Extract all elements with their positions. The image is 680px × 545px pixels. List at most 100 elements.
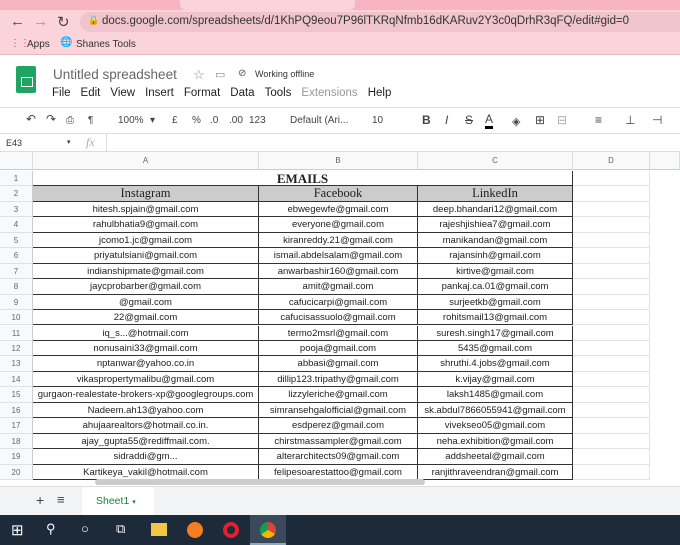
menu-view[interactable]: View <box>110 87 135 99</box>
name-box[interactable]: E43 <box>6 138 22 148</box>
cell[interactable] <box>573 418 650 434</box>
email-cell[interactable]: chirstmassampler@gmail.com <box>259 433 418 450</box>
menu-extensions[interactable]: Extensions <box>301 87 357 99</box>
email-cell[interactable]: cafucicarpi@gmail.com <box>259 294 418 311</box>
row-header[interactable]: 4 <box>0 217 33 233</box>
forward-icon[interactable]: → <box>33 13 48 30</box>
column-header-d[interactable]: D <box>573 152 650 170</box>
row-header[interactable]: 15 <box>0 387 33 403</box>
row-header[interactable]: 9 <box>0 294 33 311</box>
name-box-dropdown-icon[interactable]: ▾ <box>67 138 71 146</box>
row-header[interactable]: 10 <box>0 310 33 326</box>
fill-color-icon[interactable]: ◈ <box>512 115 520 128</box>
cell[interactable] <box>573 371 650 388</box>
select-all-corner[interactable] <box>0 152 33 170</box>
email-cell[interactable]: cafucisassuolo@gmail.com <box>259 310 418 326</box>
cell[interactable] <box>573 294 650 311</box>
increase-decimal-button[interactable]: .00 <box>229 115 243 126</box>
bookmark-apps[interactable]: Apps <box>27 39 50 50</box>
sheet-tab-sheet1[interactable]: Sheet1 ▾ <box>82 487 154 516</box>
search-icon[interactable]: ⚲ <box>46 521 56 537</box>
firefox-icon[interactable] <box>187 522 203 538</box>
zoom-select[interactable]: 100% <box>118 115 144 126</box>
row-header[interactable]: 18 <box>0 433 33 450</box>
print-icon[interactable]: ⎙ <box>66 115 74 126</box>
borders-icon[interactable]: ⊞ <box>535 113 545 127</box>
move-folder-icon[interactable]: ▭ <box>215 68 225 81</box>
menu-edit[interactable]: Edit <box>81 87 101 99</box>
active-tab[interactable] <box>180 0 355 10</box>
email-cell[interactable]: anwarbashir160@gmail.com <box>259 263 418 280</box>
row-header[interactable]: 2 <box>0 186 33 202</box>
menu-help[interactable]: Help <box>368 87 392 99</box>
email-cell[interactable]: indianshipmate@gmail.com <box>33 263 259 280</box>
email-cell[interactable]: nonusaini33@gmail.com <box>33 340 259 357</box>
column-title-cell[interactable]: Facebook <box>259 186 418 202</box>
url-input[interactable]: 🔒 docs.google.com/spreadsheets/d/1KhPQ9eo… <box>80 12 680 32</box>
formula-input[interactable] <box>106 134 680 151</box>
strikethrough-button[interactable]: S <box>465 113 473 127</box>
opera-icon[interactable] <box>223 522 239 538</box>
doc-title[interactable]: Untitled spreadsheet <box>53 67 177 82</box>
email-cell[interactable]: surjeetkb@gmail.com <box>418 294 573 311</box>
merge-cells-icon[interactable]: ⊟ <box>557 113 567 127</box>
email-cell[interactable]: sk.abdul7866055941@gmail.com <box>418 402 573 419</box>
cortana-icon[interactable]: ○ <box>81 521 89 536</box>
row-header[interactable]: 7 <box>0 263 33 280</box>
cell[interactable] <box>573 464 650 480</box>
row-header[interactable]: 13 <box>0 356 33 372</box>
zoom-dropdown-icon[interactable]: ▾ <box>150 115 155 126</box>
email-cell[interactable]: shruthi.4.jobs@gmail.com <box>418 356 573 372</box>
row-header[interactable]: 3 <box>0 201 33 218</box>
decrease-decimal-button[interactable]: .0 <box>210 115 218 126</box>
cell[interactable] <box>573 186 650 202</box>
all-sheets-icon[interactable]: ≡ <box>57 492 65 507</box>
email-cell[interactable]: ranjithraveendran@gmail.com <box>418 464 573 480</box>
email-cell[interactable]: rahulbhatia9@gmail.com <box>33 217 259 233</box>
email-cell[interactable]: dillip123.tripathy@gmail.com <box>259 371 418 388</box>
email-cell[interactable]: Kartikeya_vakil@hotmail.com <box>33 464 259 480</box>
sheet-tab-dropdown-icon[interactable]: ▾ <box>132 499 136 506</box>
vertical-align-icon[interactable]: ⊥ <box>625 113 635 127</box>
email-cell[interactable]: gurgaon-realestate-brokers-xp@googlegrou… <box>33 387 259 403</box>
menu-file[interactable]: File <box>52 87 71 99</box>
email-cell[interactable]: 22@gmail.com <box>33 310 259 326</box>
cell[interactable] <box>573 263 650 280</box>
cell[interactable] <box>573 310 650 326</box>
email-cell[interactable]: vikaspropertymalibu@gmail.com <box>33 371 259 388</box>
cell[interactable] <box>573 340 650 357</box>
row-header[interactable]: 11 <box>0 325 33 341</box>
row-header[interactable]: 1 <box>0 171 33 187</box>
email-cell[interactable]: deep.bhandari12@gmail.com <box>418 201 573 218</box>
email-cell[interactable]: k.vijay@gmail.com <box>418 371 573 388</box>
column-header-c[interactable]: C <box>418 152 573 170</box>
sheets-logo-icon[interactable] <box>16 66 36 93</box>
cell[interactable] <box>573 201 650 218</box>
menu-tools[interactable]: Tools <box>265 87 292 99</box>
email-cell[interactable]: neha.exhibition@gmail.com <box>418 433 573 450</box>
email-cell[interactable]: rajeshjishiea7@gmail.com <box>418 217 573 233</box>
reload-icon[interactable]: ↻ <box>57 13 70 31</box>
cell[interactable] <box>573 279 650 295</box>
menu-insert[interactable]: Insert <box>145 87 174 99</box>
menu-data[interactable]: Data <box>230 87 254 99</box>
email-cell[interactable]: iq_s...@hotmail.com <box>33 325 259 341</box>
email-cell[interactable]: Nadeem.ah13@yahoo.com <box>33 402 259 419</box>
cell[interactable] <box>573 248 650 264</box>
row-header[interactable]: 16 <box>0 402 33 419</box>
row-header[interactable]: 14 <box>0 371 33 388</box>
cell[interactable] <box>573 387 650 403</box>
email-cell[interactable]: laksh1485@gmail.com <box>418 387 573 403</box>
email-cell[interactable]: hitesh.spjain@gmail.com <box>33 201 259 218</box>
font-size-select[interactable]: 10 <box>372 115 383 126</box>
email-cell[interactable]: jaycprobarber@gmail.com <box>33 279 259 295</box>
column-header-a[interactable]: A <box>33 152 259 170</box>
email-cell[interactable]: rajansinh@gmail.com <box>418 248 573 264</box>
email-cell[interactable]: lizzyleriche@gmail.com <box>259 387 418 403</box>
column-header-b[interactable]: B <box>259 152 418 170</box>
email-cell[interactable]: @gmail.com <box>33 294 259 311</box>
italic-button[interactable]: I <box>445 113 448 127</box>
cell[interactable] <box>573 433 650 450</box>
text-wrap-icon[interactable]: ⊣ <box>652 113 662 127</box>
more-formats-button[interactable]: 123 <box>249 115 266 126</box>
